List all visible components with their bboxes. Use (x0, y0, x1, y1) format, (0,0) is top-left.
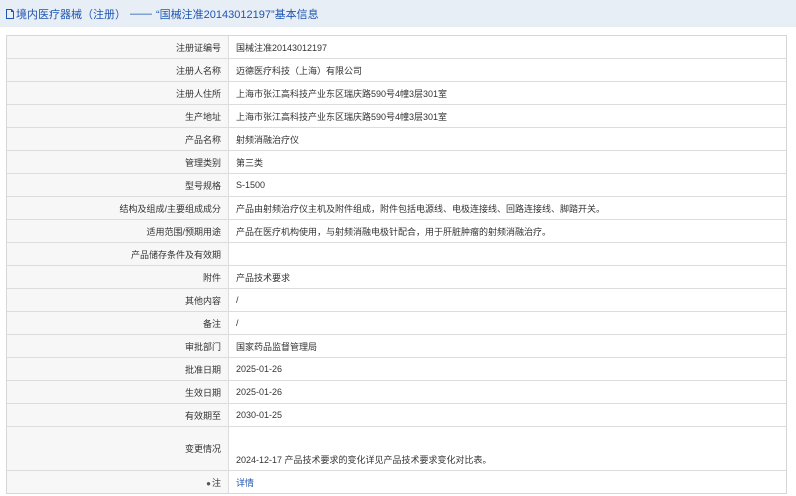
table-row: 注册证编号 国械注准20143012197 (7, 36, 786, 59)
details-link[interactable]: 详情 (236, 478, 254, 488)
table-row: 批准日期 2025-01-26 (7, 357, 786, 381)
table-row: 附件 产品技术要求 (7, 265, 786, 289)
row-label: 注册证编号 (7, 36, 229, 59)
table-row: 适用范围/预期用途 产品在医疗机构使用，与射频消融电极针配合，用于肝脏肿瘤的射频消… (7, 219, 786, 243)
row-value: 2024-12-17 产品技术要求的变化详见产品技术要求变化对比表。 (228, 426, 786, 471)
note-label: 注 (211, 477, 221, 488)
note-value-cell: 详情 (229, 471, 787, 494)
row-label: 批准日期 (7, 357, 229, 381)
row-value: 国家药品监督管理局 (228, 334, 786, 358)
row-label: 产品名称 (7, 127, 229, 151)
row-value: / (228, 288, 786, 312)
table-row: ●注 详情 (7, 470, 787, 494)
table-row: 生效日期 2025-01-26 (7, 380, 786, 404)
page-header: 境内医疗器械（注册） —— “国械注准20143012197”基本信息 (0, 0, 796, 27)
row-label: 生效日期 (7, 380, 229, 404)
note-label-cell: ●注 (7, 470, 229, 493)
row-value: 国械注准20143012197 (228, 36, 786, 59)
table-row: 产品名称 射频消融治疗仪 (7, 127, 786, 151)
row-value: 第三类 (228, 150, 786, 174)
table-row: 注册人住所 上海市张江高科技产业东区瑞庆路590号4幢3层301室 (7, 81, 786, 105)
row-label: 审批部门 (7, 334, 229, 358)
row-label: 变更情况 (7, 426, 229, 471)
row-value: 射频消融治疗仪 (228, 127, 786, 151)
row-value: S-1500 (228, 173, 786, 197)
row-label: 附件 (7, 265, 229, 289)
header-separator: —— (130, 7, 152, 20)
row-label: 适用范围/预期用途 (7, 219, 229, 243)
row-value: 产品由射频治疗仪主机及附件组成，附件包括电源线、电极连接线、回路连接线、脚踏开关… (228, 196, 786, 220)
table-row: 审批部门 国家药品监督管理局 (7, 334, 786, 358)
row-label: 注册人住所 (7, 81, 229, 105)
table-row: 型号规格 S-1500 (7, 173, 786, 197)
row-value: 产品在医疗机构使用，与射频消融电极针配合，用于肝脏肿瘤的射频消融治疗。 (228, 219, 786, 243)
row-value (228, 242, 786, 266)
header-section: 境内医疗器械（注册） (16, 8, 126, 21)
row-label: 有效期至 (7, 403, 229, 427)
pin-icon: ● (206, 478, 211, 488)
table-row: 生产地址 上海市张江高科技产业东区瑞庆路590号4幢3层301室 (7, 104, 786, 128)
row-value: 迈德医疗科技（上海）有限公司 (228, 58, 786, 82)
table-row: 注册人名称 迈德医疗科技（上海）有限公司 (7, 58, 786, 82)
table-row: 变更情况 2024-12-17 产品技术要求的变化详见产品技术要求变化对比表。 (7, 426, 786, 471)
row-label: 管理类别 (7, 150, 229, 174)
row-label: 型号规格 (7, 173, 229, 197)
row-value: 上海市张江高科技产业东区瑞庆路590号4幢3层301室 (228, 104, 786, 128)
table-row: 结构及组成/主要组成成分 产品由射频治疗仪主机及附件组成，附件包括电源线、电极连接… (7, 196, 786, 220)
row-label: 产品储存条件及有效期 (7, 242, 229, 266)
row-label: 其他内容 (7, 288, 229, 312)
table-row: 产品储存条件及有效期 (7, 242, 786, 266)
row-value: 2025-01-26 (228, 380, 786, 404)
row-label: 结构及组成/主要组成成分 (7, 196, 229, 220)
row-label: 注册人名称 (7, 58, 229, 82)
row-label: 生产地址 (7, 104, 229, 128)
document-icon (6, 8, 14, 19)
info-table: 注册证编号 国械注准20143012197 注册人名称 迈德医疗科技（上海）有限公司… (6, 35, 787, 494)
row-value: / (228, 311, 786, 335)
header-title: “国械注准20143012197”基本信息 (156, 8, 319, 21)
row-label: 备注 (7, 311, 229, 335)
table-row: 有效期至 2030-01-25 (7, 403, 786, 427)
row-value: 产品技术要求 (228, 265, 786, 289)
table-row: 其他内容 / (7, 288, 786, 312)
row-value: 2030-01-25 (228, 403, 786, 427)
table-row: 管理类别 第三类 (7, 150, 786, 174)
row-value: 上海市张江高科技产业东区瑞庆路590号4幢3层301室 (228, 81, 786, 105)
row-value: 2025-01-26 (228, 357, 786, 381)
table-row: 备注 / (7, 311, 786, 335)
